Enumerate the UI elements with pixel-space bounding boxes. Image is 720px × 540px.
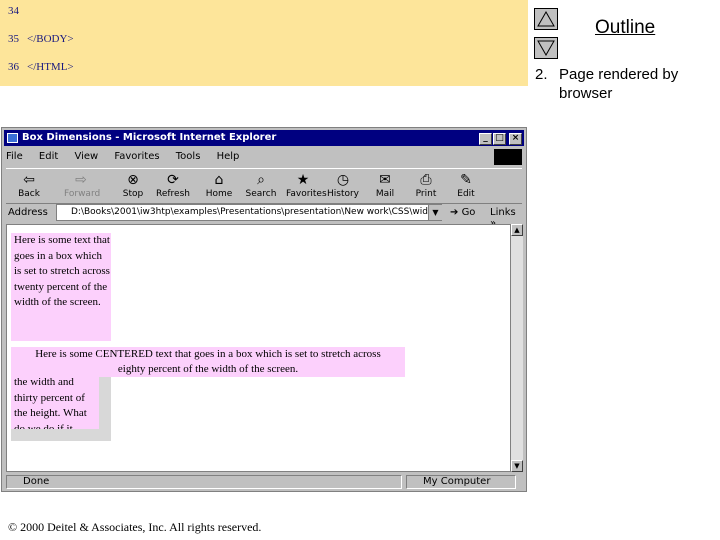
address-value: D:\Books\2001\iw3htp\examples\Presentati…	[71, 207, 442, 217]
printer-icon: ⎙	[420, 172, 432, 188]
forward-button[interactable]: ⇨ Forward	[64, 171, 101, 199]
mail-label: Mail	[375, 189, 395, 199]
back-label: Back	[18, 189, 40, 199]
title-bar[interactable]: Box Dimensions - Microsoft Internet Expl…	[4, 130, 524, 146]
line-number: 34	[8, 5, 19, 17]
code-line: 36 </HTML>	[8, 61, 74, 73]
twenty-percent-box: Here is some text that goes in a box whi…	[11, 233, 111, 341]
stop-label: Stop	[122, 189, 144, 199]
menu-file[interactable]: File	[6, 148, 23, 166]
maximize-button[interactable]: □	[493, 133, 506, 145]
history-button[interactable]: ◷ History	[326, 171, 360, 199]
minimize-button[interactable]: _	[479, 133, 492, 145]
vertical-scrollbar[interactable]: ▲ ▼	[510, 224, 523, 472]
page-content: Here is some text that goes in a box whi…	[6, 224, 512, 472]
menu-help[interactable]: Help	[217, 148, 240, 166]
history-label: History	[326, 189, 360, 199]
inner-vertical-scrollbar[interactable]	[99, 377, 111, 429]
window-title: Box Dimensions - Microsoft Internet Expl…	[22, 132, 277, 143]
stop-icon: ⊗	[127, 172, 139, 188]
centered-box-line: Here is some CENTERED text that goes in …	[35, 348, 381, 360]
centered-box: Here is some CENTERED text that goes in …	[11, 347, 405, 377]
search-label: Search	[245, 189, 277, 199]
mail-icon: ✉	[379, 172, 391, 188]
favorites-icon: ★	[296, 172, 310, 188]
windows-logo-icon	[494, 149, 522, 165]
favorites-button[interactable]: ★ Favorites	[286, 171, 327, 199]
home-icon: ⌂	[214, 172, 224, 188]
menu-tools[interactable]: Tools	[176, 148, 201, 166]
back-button[interactable]: ⇦ Back	[12, 171, 46, 199]
inner-horizontal-scrollbar[interactable]	[11, 429, 111, 441]
edit-button[interactable]: ✎ Edit	[449, 171, 483, 199]
scroll-up-icon[interactable]: ▲	[511, 224, 523, 236]
address-input[interactable]: D:\Books\2001\iw3htp\examples\Presentati…	[56, 204, 442, 221]
mail-button[interactable]: ✉ Mail	[368, 171, 402, 199]
previous-slide-button[interactable]	[534, 8, 558, 30]
code-line: 35 </BODY>	[8, 33, 74, 45]
menu-bar: File Edit View Favorites Tools Help	[6, 148, 492, 166]
forward-arrow-icon: ⇨	[75, 172, 87, 188]
next-slide-button[interactable]	[534, 37, 558, 59]
address-label: Address	[8, 207, 48, 218]
browser-window: Box Dimensions - Microsoft Internet Expl…	[1, 127, 527, 492]
refresh-icon: ⟳	[167, 172, 179, 188]
scrolling-box[interactable]: the width and thirty percent of the heig…	[11, 377, 111, 441]
go-button[interactable]: ➔ Go	[450, 207, 475, 218]
search-button[interactable]: ⌕ Search	[244, 171, 278, 199]
search-icon: ⌕	[257, 172, 265, 188]
back-arrow-icon: ⇦	[23, 172, 35, 188]
menu-edit[interactable]: Edit	[39, 148, 58, 166]
print-button[interactable]: ⎙ Print	[409, 171, 443, 199]
menu-favorites[interactable]: Favorites	[114, 148, 159, 166]
status-bar: Done My Computer	[6, 474, 522, 490]
outline-link[interactable]: Outline	[595, 17, 655, 39]
copyright-footer: © 2000 Deitel & Associates, Inc. All rig…	[8, 520, 262, 534]
home-label: Home	[205, 189, 233, 199]
ie-page-icon	[7, 133, 18, 143]
status-done: Done	[6, 475, 402, 489]
code-text: </HTML>	[27, 61, 74, 73]
stop-button[interactable]: ⊗ Stop	[116, 171, 150, 199]
refresh-label: Refresh	[156, 189, 190, 199]
line-number: 35	[8, 33, 19, 45]
triangle-down-icon	[537, 40, 555, 56]
outline-item-number: 2.	[535, 66, 548, 83]
print-label: Print	[415, 189, 437, 199]
edit-icon: ✎	[460, 172, 472, 188]
go-label: Go	[461, 207, 476, 218]
address-dropdown-icon[interactable]: ▼	[428, 205, 442, 220]
outline-item-text: browser	[559, 85, 613, 102]
forward-label: Forward	[64, 189, 101, 199]
code-line: 34	[8, 5, 27, 17]
history-icon: ◷	[336, 172, 350, 188]
edit-label: Edit	[457, 189, 475, 199]
status-zone: My Computer	[406, 475, 516, 489]
code-text: </BODY>	[27, 33, 74, 45]
line-number: 36	[8, 61, 19, 73]
favorites-label: Favorites	[286, 189, 327, 199]
outline-item[interactable]: 2. Page rendered by browser	[535, 65, 678, 103]
centered-box-line: eighty percent of the width of the scree…	[117, 363, 299, 375]
outline-item-text: Page rendered by	[559, 66, 679, 83]
address-bar: Address D:\Books\2001\iw3htp\examples\Pr…	[6, 204, 522, 229]
scrolling-box-text: the width and thirty percent of the heig…	[14, 377, 87, 435]
go-arrow-icon: ➔	[450, 207, 462, 218]
scroll-down-icon[interactable]: ▼	[511, 460, 523, 472]
triangle-up-icon	[537, 11, 555, 27]
menu-view[interactable]: View	[74, 148, 98, 166]
home-button[interactable]: ⌂ Home	[202, 171, 236, 199]
code-panel: 34 35 </BODY> 36 </HTML>	[0, 0, 528, 86]
refresh-button[interactable]: ⟳ Refresh	[156, 171, 190, 199]
toolbar: ⇦ Back ⇨ Forward ⊗ Stop ⟳ Refresh ⌂ Home ⌕ Sea…	[6, 168, 522, 204]
close-button[interactable]: ×	[509, 133, 522, 145]
